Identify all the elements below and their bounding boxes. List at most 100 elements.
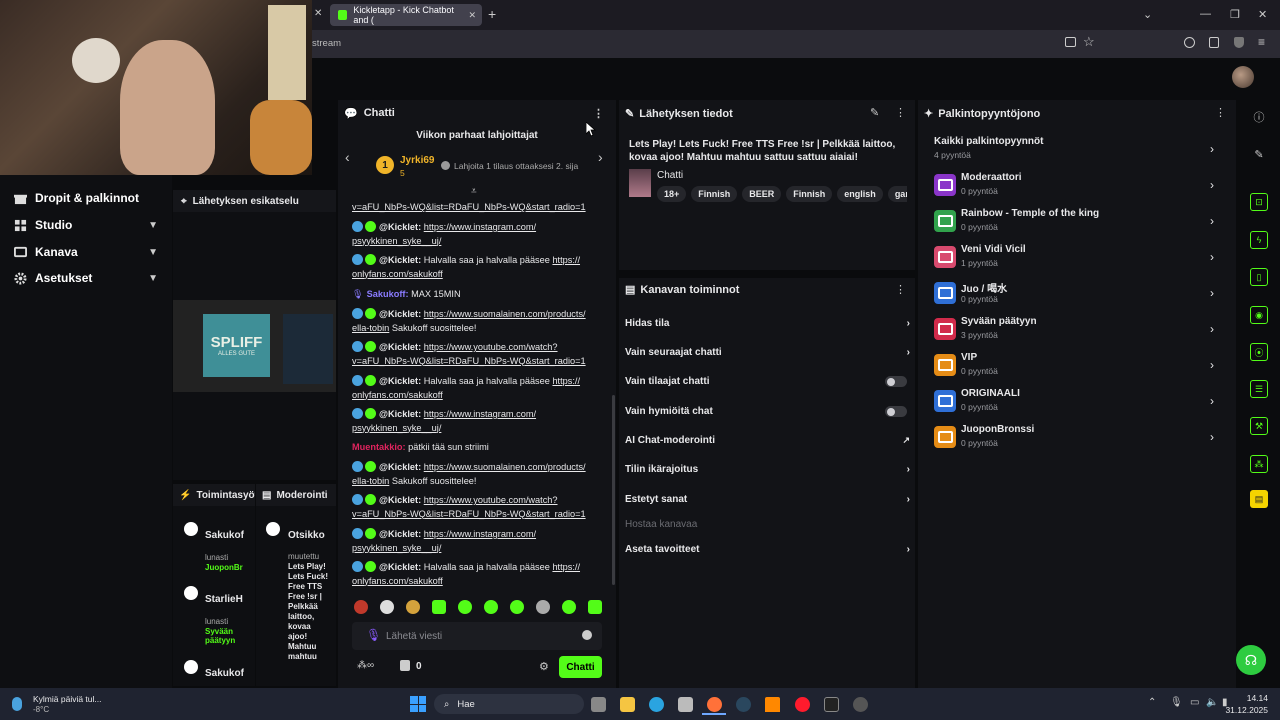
reward-item[interactable]: Syvään päätyyn 3 pyyntöä › (934, 316, 1224, 346)
reward-item[interactable]: JuoponBronssi 0 pyyntöä › (934, 424, 1224, 454)
chat-username[interactable]: @Kicklet: (379, 529, 421, 539)
chat-username[interactable]: Muentakkio: (352, 442, 406, 452)
weather-icon[interactable] (12, 697, 22, 711)
chat-username[interactable]: @Kicklet: (379, 309, 421, 319)
sidebar-item-asetukset[interactable]: Asetukset ▼ (14, 271, 164, 285)
emotes-only-toggle[interactable] (885, 406, 907, 417)
maximize-icon[interactable]: ❐ (1230, 8, 1240, 21)
microphone-tray-icon[interactable]: 🎙 (1170, 697, 1183, 708)
action-row-slow-mode[interactable]: Hidas tila › (625, 318, 910, 329)
shield-icon[interactable] (1234, 37, 1244, 48)
chat-username[interactable]: @Kicklet: (379, 342, 421, 352)
action-row-goals[interactable]: Aseta tavoitteet › (625, 544, 910, 555)
pencil-icon[interactable]: ✎ (1250, 145, 1268, 163)
info-icon[interactable]: ⓘ (1250, 108, 1268, 126)
network-icon[interactable]: ▭ (1190, 697, 1199, 708)
browser-tab[interactable]: Kickletapp - Kick Chatbot and ( ✕ (330, 4, 482, 26)
edit-icon[interactable]: ✎ (870, 106, 879, 119)
chat-username[interactable]: Sakukoff: (367, 289, 409, 299)
collapse-icon[interactable]: ⩡ (471, 186, 477, 197)
category-name[interactable]: Chatti (657, 170, 683, 181)
emote-icon[interactable] (432, 600, 446, 614)
emote-icon[interactable] (406, 600, 420, 614)
sidebar-item-studio[interactable]: Studio ▼ (14, 218, 164, 232)
firefox-icon[interactable] (707, 697, 722, 712)
zap-panel-icon[interactable]: ⊡ (1250, 193, 1268, 211)
emote-icon[interactable] (380, 600, 394, 614)
action-row-followers-only[interactable]: Vain seuraajat chatti › (625, 347, 910, 358)
close-prev-tab-icon[interactable]: ✕ (314, 8, 322, 19)
chat-username[interactable]: @Kicklet: (379, 376, 421, 386)
vlc-icon[interactable] (765, 697, 780, 712)
avatar[interactable] (1232, 66, 1254, 88)
chat-username[interactable]: @Kicklet: (379, 562, 421, 572)
tray-expand-icon[interactable]: ⌃ (1148, 697, 1156, 708)
kebab-menu-icon[interactable]: ⋮ (1215, 106, 1226, 119)
reward-item[interactable]: Juo / 喝水 0 pyyntöä › (934, 280, 1224, 310)
tab-list-icon[interactable]: ⌄ (1143, 8, 1152, 21)
activity-user[interactable]: Sakukof (205, 668, 244, 679)
edge-icon[interactable] (649, 697, 664, 712)
reward-item[interactable]: Rainbow - Temple of the king 0 pyyntöä › (934, 208, 1224, 238)
settings-app-icon[interactable] (853, 697, 868, 712)
extensions-icon[interactable] (1209, 37, 1219, 48)
volume-icon[interactable]: 🔈 (1206, 697, 1218, 708)
chat-username[interactable]: @Kicklet: (379, 409, 421, 419)
emote-icon[interactable] (458, 600, 472, 614)
reward-item[interactable]: ORIGINAALI 0 pyyntöä › (934, 388, 1224, 418)
weather-text[interactable]: Kylmiä päiviä tul... (33, 694, 102, 704)
activity-user[interactable]: Sakukof (205, 530, 244, 541)
chat-username[interactable]: @Kicklet: (379, 255, 421, 265)
taskbar-search[interactable]: ⌕ Hae (434, 694, 584, 714)
layout-icon[interactable]: ☰ (1250, 380, 1268, 398)
action-row-ai-moderation[interactable]: AI Chat-moderointi ↗ (625, 435, 910, 446)
chat-link[interactable]: v=aFU_NbPs-WQ&list=RDaFU_NbPs-WQ&start_r… (352, 202, 586, 212)
clock-date[interactable]: 31.12.2025 (1220, 705, 1268, 715)
emote-icon[interactable] (536, 600, 550, 614)
sidebar-item-kanava[interactable]: Kanava ▼ (14, 245, 164, 259)
reward-item[interactable]: Moderaattori 0 pyyntöä › (934, 172, 1224, 202)
reward-item[interactable]: Veni Vidi Vicil 1 pyyntöä › (934, 244, 1224, 274)
reward-all[interactable]: Kaikki palkintopyynnöt 4 pyyntöä › (934, 136, 1224, 166)
chat-username[interactable]: @Kicklet: (379, 222, 421, 232)
bookmark-star-icon[interactable]: ☆ (1083, 34, 1095, 50)
file-explorer-icon[interactable] (620, 697, 635, 712)
users-icon[interactable]: ⁂ (1250, 455, 1268, 473)
emote-icon[interactable] (354, 600, 368, 614)
action-row-age-restriction[interactable]: Tilin ikärajoitus › (625, 464, 910, 475)
activity-user[interactable]: StarlieH (205, 594, 243, 605)
account-icon[interactable] (1184, 37, 1195, 48)
stream-preview-video[interactable]: SPLIFF ALLES GUTE (173, 300, 336, 392)
top-gifter-name[interactable]: Jyrki69 (400, 155, 434, 166)
chevron-right-icon[interactable]: › (598, 149, 603, 165)
kebab-menu-icon[interactable]: ⋮ (895, 283, 906, 296)
emote-icon[interactable] (484, 600, 498, 614)
clock-time[interactable]: 14.14 (1230, 693, 1268, 703)
support-chat-icon[interactable]: ☊ (1236, 645, 1266, 675)
broadcast-icon[interactable]: ⦿ (1250, 343, 1268, 361)
opera-icon[interactable] (795, 697, 810, 712)
minimize-icon[interactable]: — (1200, 8, 1211, 20)
clapper-icon[interactable]: ▤ (1250, 490, 1268, 508)
start-menu-icon[interactable] (410, 696, 426, 712)
emote-icon[interactable] (510, 600, 524, 614)
close-window-icon[interactable]: ✕ (1258, 8, 1267, 21)
kebab-menu-icon[interactable]: ⋮ (593, 107, 604, 120)
emote-icon[interactable] (588, 600, 602, 614)
chat-scrollbar[interactable] (612, 395, 615, 585)
new-tab-icon[interactable]: + (488, 6, 496, 22)
emoji-picker-icon[interactable] (582, 630, 592, 640)
reward-item[interactable]: VIP 0 pyyntöä › (934, 352, 1224, 382)
emote-icon[interactable] (562, 600, 576, 614)
subscribers-only-toggle[interactable] (885, 376, 907, 387)
steam-icon[interactable] (736, 697, 751, 712)
task-view-icon[interactable] (591, 697, 606, 712)
lightning-icon[interactable]: ϟ (1250, 231, 1268, 249)
reader-view-icon[interactable] (1065, 37, 1076, 47)
menu-icon[interactable]: ≡ (1258, 35, 1265, 49)
terminal-icon[interactable] (824, 697, 839, 712)
chat-username[interactable]: @Kicklet: (379, 495, 421, 505)
action-row-banned-words[interactable]: Estetyt sanat › (625, 494, 910, 505)
send-chat-button[interactable]: Chatti (559, 656, 602, 678)
close-tab-icon[interactable]: ✕ (468, 10, 476, 21)
